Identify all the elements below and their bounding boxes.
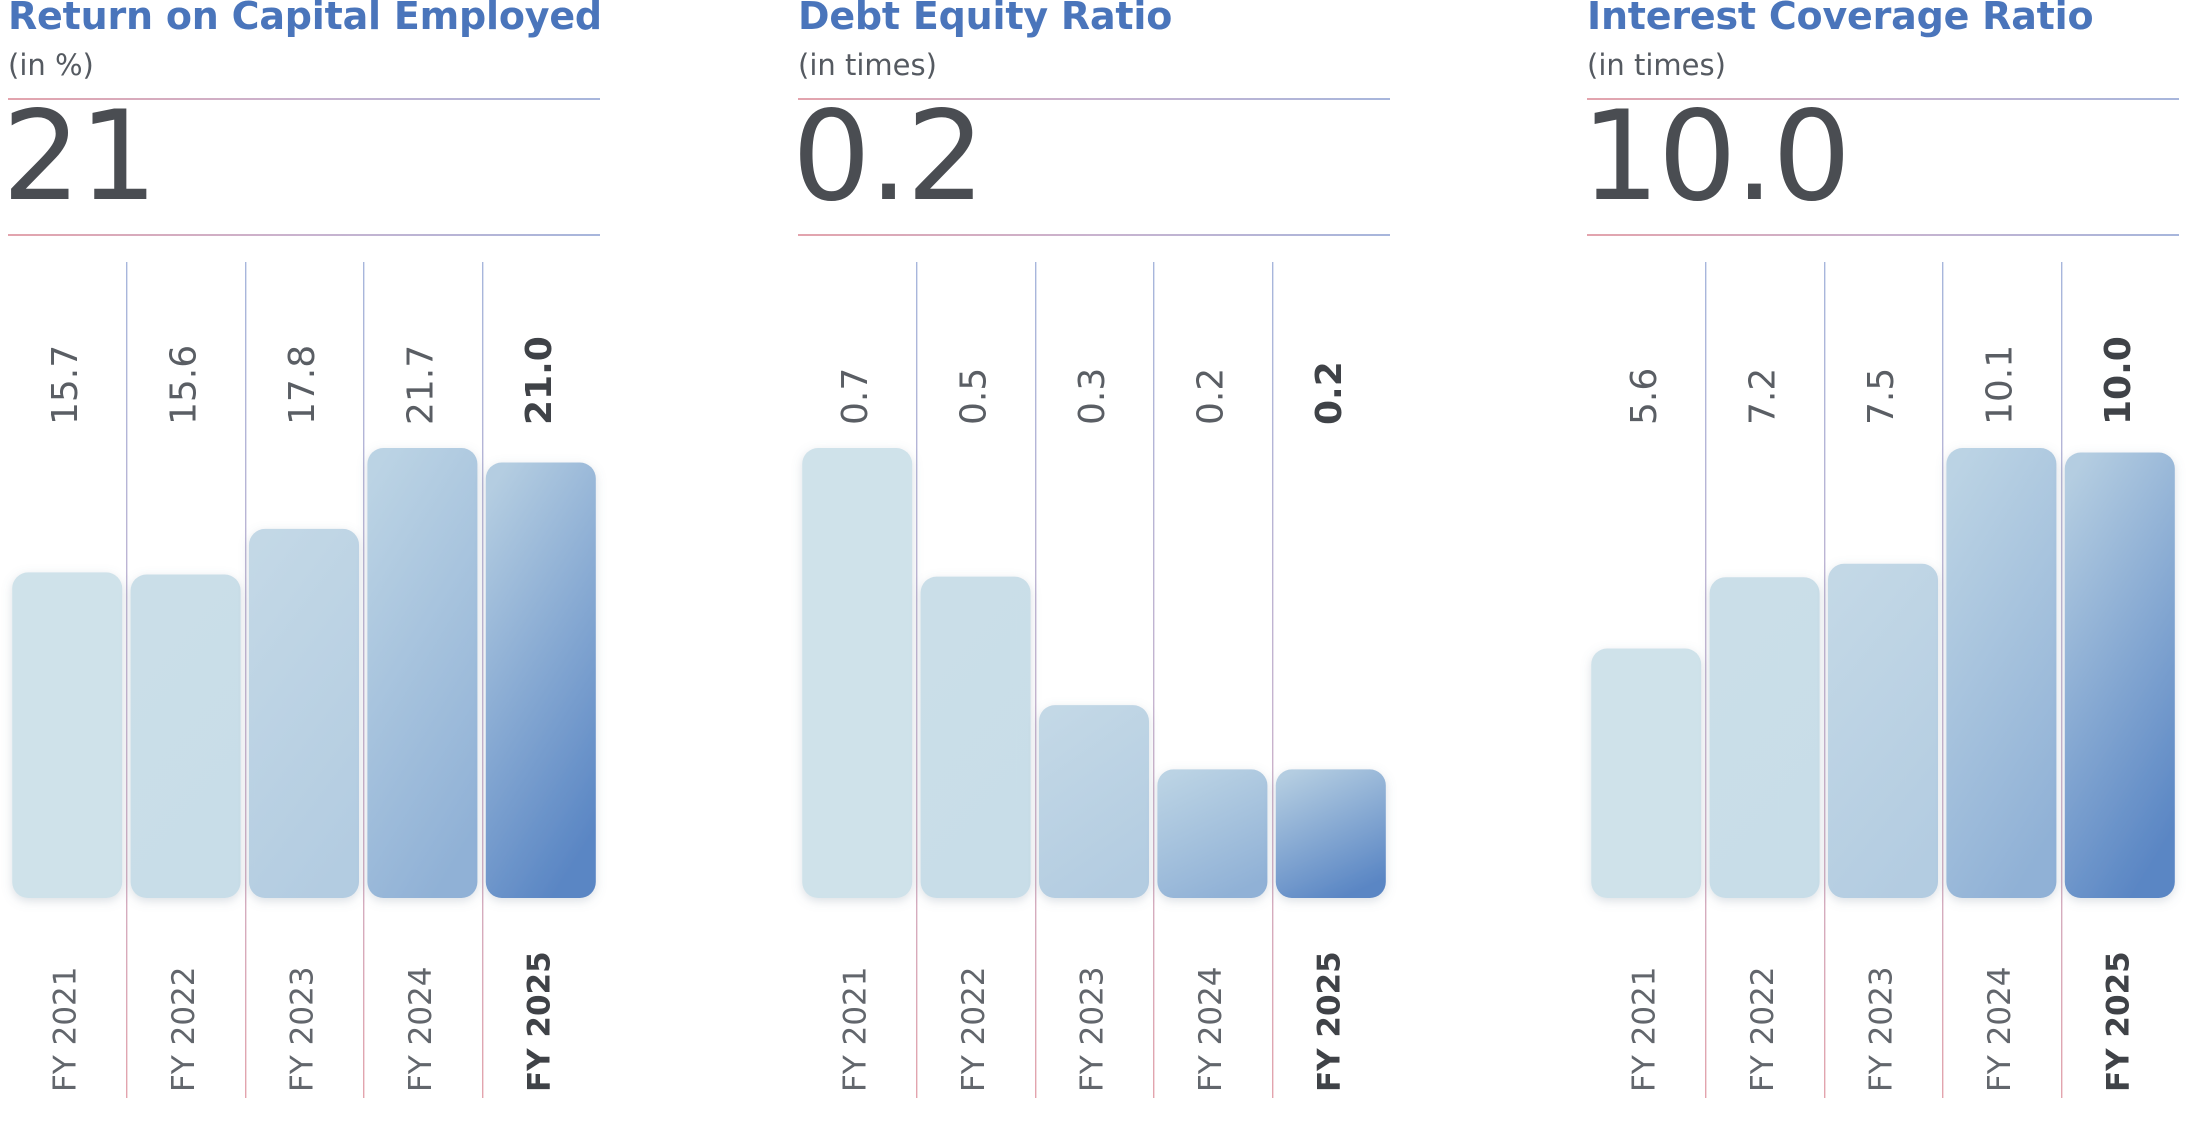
bar-fy-2025 xyxy=(1275,769,1386,898)
category-label: FY 2023 xyxy=(285,966,321,1092)
bar-fy-2025 xyxy=(485,462,596,898)
category-label: FY 2023 xyxy=(1864,966,1900,1092)
value-label: 21.0 xyxy=(519,336,560,425)
category-label: FY 2022 xyxy=(166,966,202,1092)
value-label: 5.6 xyxy=(1624,368,1665,425)
category-label: FY 2021 xyxy=(48,966,84,1092)
value-label: 0.7 xyxy=(835,368,876,425)
column-divider xyxy=(363,262,365,1098)
bar-fy-2023 xyxy=(249,528,359,898)
category-label: FY 2022 xyxy=(1745,966,1781,1092)
debt-equity-bar-chart: 0.7 FY 2021 0.5 FY 2022 0.3 FY 2023 0.2 FY 2024… xyxy=(802,262,1386,1098)
value-label: 15.7 xyxy=(45,345,86,425)
bar-fy-2025 xyxy=(2064,452,2175,898)
category-label: FY 2025 xyxy=(2100,951,2136,1092)
column-divider xyxy=(1705,262,1707,1098)
column-divider xyxy=(1824,262,1826,1098)
value-label: 0.3 xyxy=(1072,368,1113,425)
column-divider xyxy=(126,262,128,1098)
category-label: FY 2024 xyxy=(403,966,439,1092)
bar-fy-2021 xyxy=(1591,648,1702,898)
value-label: 10.1 xyxy=(1979,345,2020,425)
category-label: FY 2025 xyxy=(521,951,557,1092)
category-label: FY 2022 xyxy=(956,966,992,1092)
column-divider xyxy=(2061,262,2063,1098)
bar-fy-2024 xyxy=(1157,769,1268,898)
value-label: 7.2 xyxy=(1743,368,1784,425)
interest-coverage-panel: Interest Coverage Ratio (in times) 10.0 … xyxy=(1581,0,2179,1144)
column-divider xyxy=(1153,262,1155,1098)
category-label: FY 2021 xyxy=(1627,966,1663,1092)
roce-bar-chart: 15.7 FY 2021 15.6 FY 2022 17.8 FY 2023 21.7 FY … xyxy=(12,262,596,1098)
bar-fy-2022 xyxy=(920,576,1031,898)
value-label: 0.2 xyxy=(1309,361,1350,425)
bar-fy-2021 xyxy=(12,572,123,898)
category-label: FY 2023 xyxy=(1075,966,1111,1092)
column-divider xyxy=(482,262,484,1098)
bar-fy-2024 xyxy=(1946,448,2057,898)
bar-fy-2024 xyxy=(367,448,478,898)
category-label: FY 2021 xyxy=(838,966,874,1092)
bar-fy-2021 xyxy=(802,448,913,898)
value-label: 10.0 xyxy=(2098,336,2139,425)
column-divider xyxy=(1942,262,1944,1098)
category-label: FY 2024 xyxy=(1982,966,2018,1092)
value-label: 0.2 xyxy=(1190,368,1231,425)
value-label: 17.8 xyxy=(282,345,323,425)
bar-fy-2022 xyxy=(130,574,241,898)
value-label: 7.5 xyxy=(1861,368,1902,425)
column-divider xyxy=(1272,262,1274,1098)
category-label: FY 2025 xyxy=(1311,951,1347,1092)
roce-panel: Return on Capital Employed (in %) 21 15.… xyxy=(2,0,602,1144)
column-divider xyxy=(916,262,918,1098)
debt-equity-panel: Debt Equity Ratio (in times) 0.2 0.7 FY 2… xyxy=(792,0,1390,1144)
kpi-charts-canvas: Return on Capital Employed (in %) 21 15.… xyxy=(0,0,2194,1144)
column-divider xyxy=(1035,262,1037,1098)
category-label: FY 2024 xyxy=(1193,966,1229,1092)
bar-fy-2022 xyxy=(1709,577,1820,898)
value-label: 21.7 xyxy=(400,345,441,425)
bar-fy-2023 xyxy=(1828,563,1938,898)
interest-coverage-bar-chart: 5.6 FY 2021 7.2 FY 2022 7.5 FY 2023 10.1 FY 202… xyxy=(1591,262,2175,1098)
bar-fy-2023 xyxy=(1039,705,1149,898)
column-divider xyxy=(245,262,247,1098)
value-label: 0.5 xyxy=(954,368,995,425)
value-label: 15.6 xyxy=(164,345,205,425)
